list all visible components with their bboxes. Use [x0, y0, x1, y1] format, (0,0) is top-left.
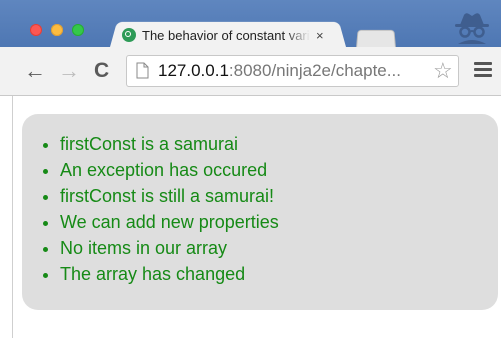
reload-button[interactable]: C [94, 60, 109, 82]
bookmark-star-icon[interactable]: ☆ [433, 60, 453, 82]
window-close-button[interactable] [30, 24, 42, 36]
menu-icon[interactable] [474, 62, 492, 78]
page-icon [136, 62, 149, 79]
list-item: firstConst is a samurai [60, 131, 279, 157]
results-panel: firstConst is a samurai An exception has… [22, 114, 498, 310]
page-left-edge [12, 96, 13, 338]
tab-close-icon[interactable]: × [316, 28, 324, 43]
site-favicon-icon [122, 28, 136, 42]
window-titlebar: The behavior of constant variables × [0, 0, 501, 48]
url-host: 127.0.0.1 [158, 62, 229, 80]
back-button[interactable]: ← [24, 60, 46, 82]
address-url[interactable]: 127.0.0.1:8080/ninja2e/chapte... [158, 62, 428, 80]
tab-title: The behavior of constant variables [142, 27, 310, 43]
list-item: An exception has occured [60, 157, 279, 183]
url-path: :8080/ninja2e/chapte... [228, 62, 401, 80]
incognito-icon [455, 13, 489, 44]
list-item: No items in our array [60, 235, 279, 261]
window-minimize-button[interactable] [51, 24, 63, 36]
active-tab-content[interactable]: The behavior of constant variables × [122, 24, 344, 46]
results-list: firstConst is a samurai An exception has… [22, 131, 279, 287]
list-item: firstConst is still a samurai! [60, 183, 279, 209]
new-tab-button[interactable] [356, 29, 396, 48]
list-item: The array has changed [60, 261, 279, 287]
list-item: We can add new properties [60, 209, 279, 235]
forward-button[interactable]: → [58, 60, 80, 82]
window-maximize-button[interactable] [72, 24, 84, 36]
